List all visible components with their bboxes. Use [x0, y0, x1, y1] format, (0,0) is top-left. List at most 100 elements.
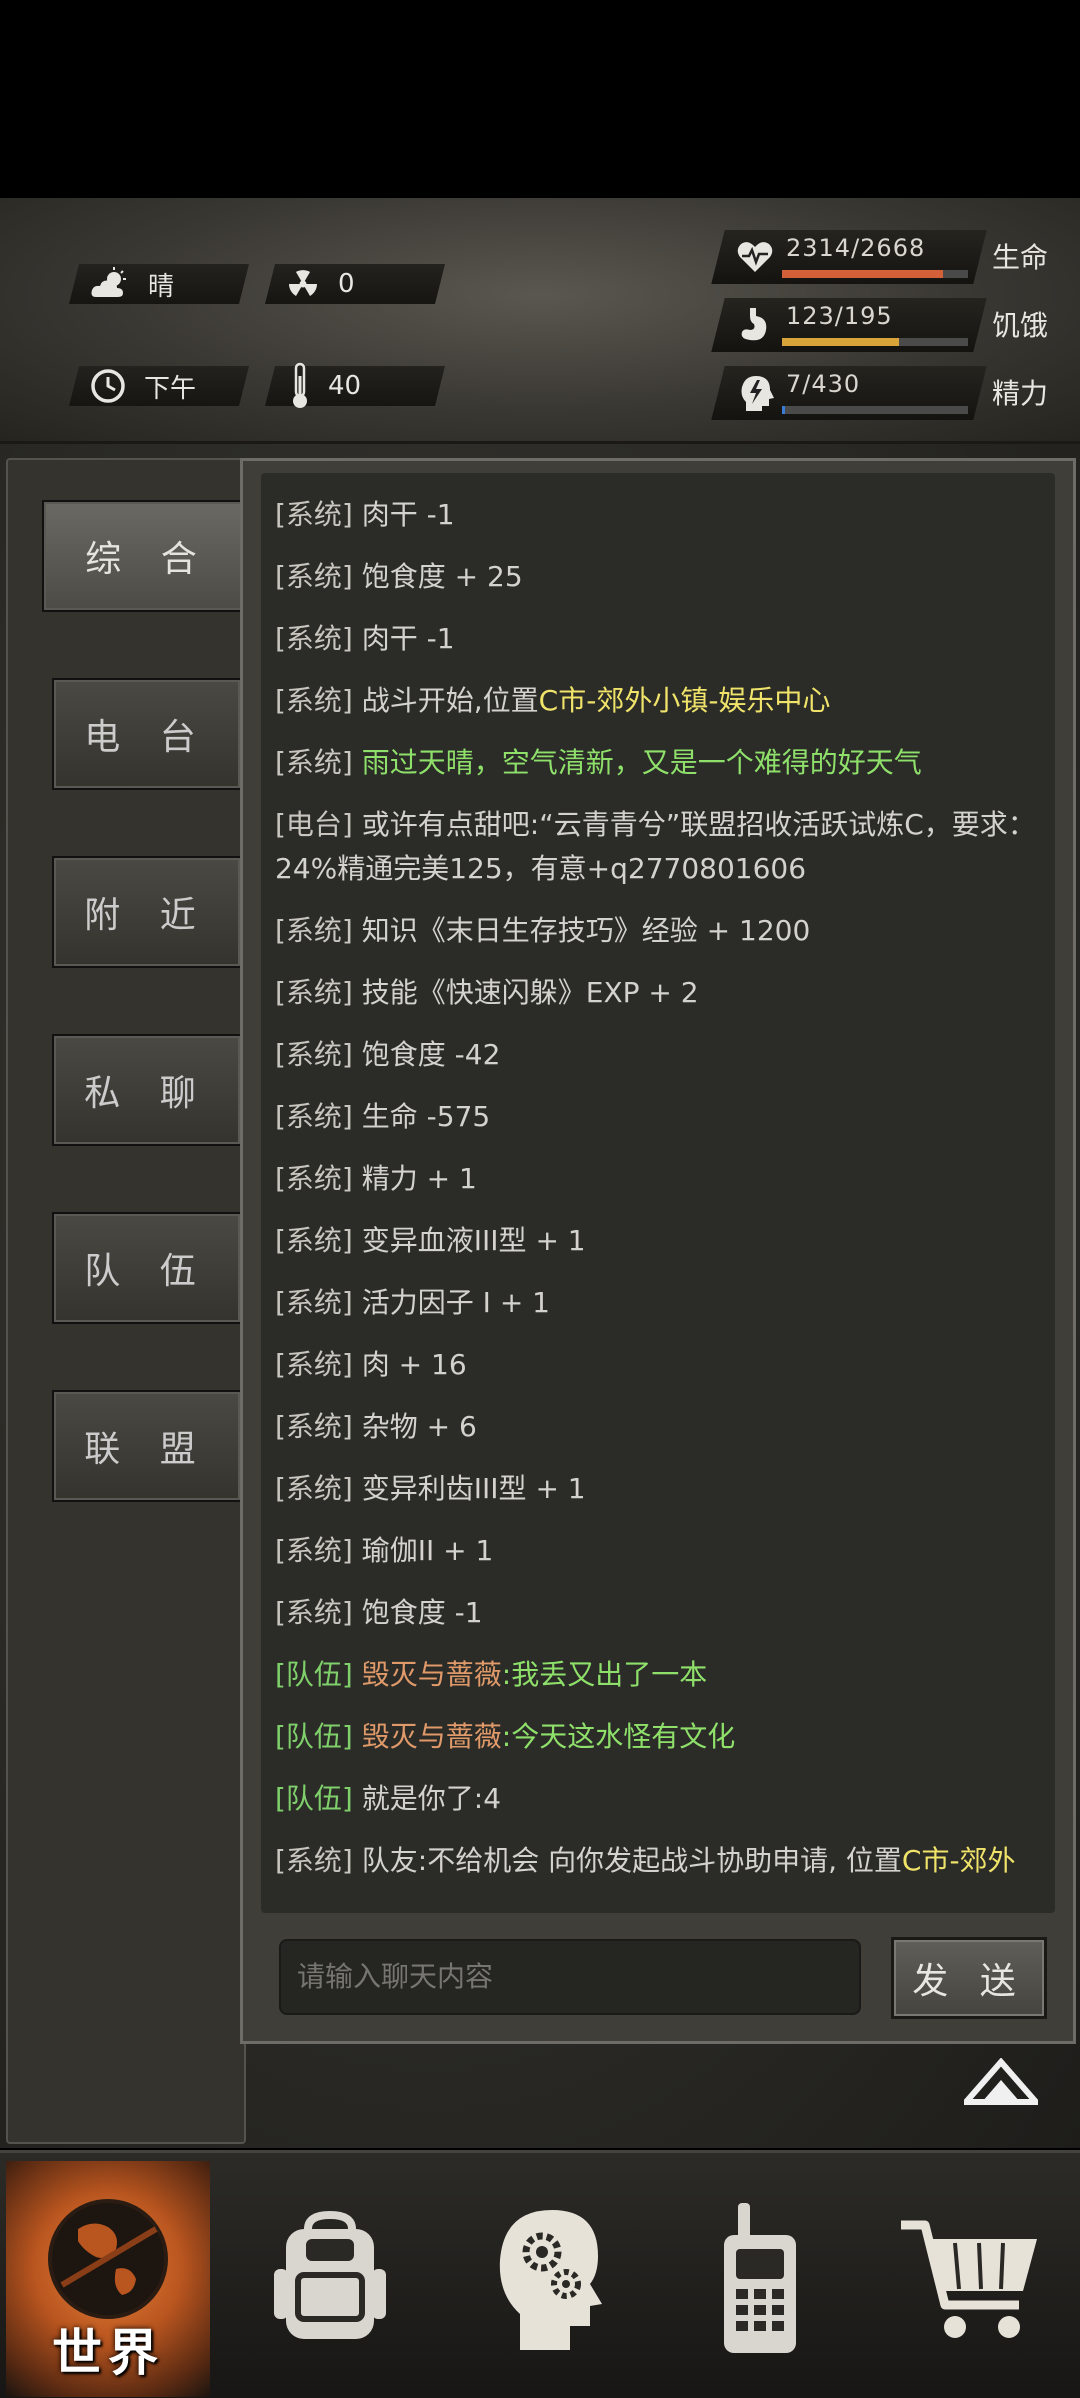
shopping-cart-icon — [901, 2220, 1037, 2338]
message-channel-tag: [队伍] — [275, 1658, 353, 1691]
walkie-talkie-icon — [724, 2203, 796, 2353]
nav-radio-button[interactable] — [660, 2161, 860, 2397]
chat-log[interactable]: [系统] 肉干 -1 [系统] 饱食度 + 25 [系统] 肉干 -1 [系统] 战斗… — [261, 473, 1055, 1913]
chat-message: [系统] 变异血液III型 + 1 — [261, 1219, 1055, 1281]
chat-message: [系统] 肉干 -1 — [261, 493, 1055, 555]
chat-message: [系统] 生命 -575 — [261, 1095, 1055, 1157]
temperature-chip: 40 — [290, 360, 361, 412]
chat-message: [系统] 饱食度 + 25 — [261, 555, 1055, 617]
chat-message: [队伍] 毁灭与蔷薇:今天这水怪有文化 — [261, 1715, 1055, 1777]
energy-label: 精力 — [992, 377, 1049, 410]
health-bar-fill — [782, 270, 944, 278]
nav-shop-button[interactable] — [870, 2161, 1070, 2397]
tab-alliance[interactable]: 联 盟 — [52, 1390, 242, 1502]
message-list: [系统] 肉干 -1 [系统] 饱食度 + 25 [系统] 肉干 -1 [系统] 战斗… — [261, 473, 1055, 1901]
message-text: 饱食度 -42 — [361, 1038, 501, 1071]
chat-message: [系统] 雨过天晴，空气清新，又是一个难得的好天气 — [261, 741, 1055, 803]
message-text: 饱食度 + 25 — [361, 560, 523, 593]
message-channel-tag: [系统] — [275, 1472, 353, 1505]
energy-value: 7/430 — [786, 370, 861, 398]
message-text: 肉干 -1 — [361, 622, 455, 655]
message-sender[interactable]: 毁灭与蔷薇 — [362, 1720, 502, 1753]
message-channel-tag: [系统] — [275, 746, 353, 779]
message-channel-tag: [系统] — [275, 1844, 353, 1877]
radiation-icon — [289, 270, 317, 296]
message-channel-tag: [系统] — [275, 1038, 353, 1071]
weather-label: 晴 — [148, 271, 175, 302]
message-channel-tag: [系统] — [275, 684, 353, 717]
chat-panel: [系统] 肉干 -1 [系统] 饱食度 + 25 [系统] 肉干 -1 [系统] 战斗… — [240, 458, 1076, 2044]
head-lightning-icon — [741, 376, 774, 411]
weather-chip: 晴 — [90, 264, 174, 304]
tab-nearby[interactable]: 附 近 — [52, 856, 242, 968]
message-text: 杂物 + 6 — [361, 1410, 477, 1443]
message-channel-tag: [系统] — [275, 1534, 353, 1567]
nav-backpack-button[interactable] — [230, 2161, 430, 2397]
vital-hunger: 123/195 饥饿 — [711, 298, 1058, 352]
chat-message: [系统] 知识《末日生存技巧》经验 + 1200 — [261, 909, 1055, 971]
stomach-icon — [741, 308, 767, 341]
message-text: 肉 + 16 — [361, 1348, 467, 1381]
message-text: 饱食度 -1 — [361, 1596, 483, 1629]
chat-message: [系统] 杂物 + 6 — [261, 1405, 1055, 1467]
chat-message: [系统] 活力因子 I + 1 — [261, 1281, 1055, 1343]
chat-message: [系统] 瑜伽II + 1 — [261, 1529, 1055, 1591]
chat-input[interactable]: 请输入聊天内容 — [279, 1939, 861, 2015]
message-text: C市-郊外小镇-娱乐中心 — [538, 684, 831, 717]
message-text: 就是你了:4 — [361, 1782, 502, 1815]
chat-message: [队伍] 毁灭与蔷薇:我丢又出了一本 — [261, 1653, 1055, 1715]
nav-world-label: 世界 — [52, 2324, 164, 2382]
chat-message: [系统] 肉干 -1 — [261, 617, 1055, 679]
channel-tab-panel: 综 合 电 台 附 近 私 聊 队 伍 联 盟 — [6, 458, 254, 2144]
message-text: 活力因子 I + 1 — [361, 1286, 551, 1319]
hunger-value: 123/195 — [786, 302, 893, 330]
chat-message: [系统] 变异利齿III型 + 1 — [261, 1467, 1055, 1529]
tab-private[interactable]: 私 聊 — [52, 1034, 242, 1146]
message-text: :我丢又出了一本 — [501, 1658, 708, 1691]
message-text: 变异利齿III型 + 1 — [361, 1472, 586, 1505]
energy-bar-fill — [782, 406, 785, 414]
message-text: 生命 -575 — [361, 1100, 491, 1133]
tab-general[interactable]: 综 合 — [42, 500, 254, 612]
chat-message: [系统] 队友:不给机会 向你发起战斗协助申请, 位置C市-郊外 — [261, 1839, 1055, 1901]
message-channel-tag: [系统] — [275, 1162, 353, 1195]
message-channel-tag: [系统] — [275, 1286, 353, 1319]
nav-world-button[interactable]: 世界 — [6, 2161, 210, 2397]
backpack-icon — [274, 2210, 386, 2339]
chat-message: [系统] 饱食度 -1 — [261, 1591, 1055, 1653]
message-text: 队友:不给机会 向你发起战斗协助申请, 位置 — [361, 1844, 902, 1877]
message-channel-tag: [系统] — [275, 1100, 353, 1133]
send-button[interactable]: 发 送 — [891, 1937, 1047, 2019]
collapse-up-icon[interactable] — [964, 2058, 1038, 2108]
globe-icon — [48, 2199, 168, 2319]
message-channel-tag: [系统] — [275, 1224, 353, 1257]
thermometer-icon — [293, 362, 307, 408]
message-sender[interactable]: 毁灭与蔷薇 — [362, 1658, 502, 1691]
radiation-value: 0 — [338, 269, 355, 299]
tab-radio[interactable]: 电 台 — [52, 678, 242, 790]
tab-team[interactable]: 队 伍 — [52, 1212, 242, 1324]
temperature-value: 40 — [328, 371, 362, 401]
brain-gears-icon — [499, 2210, 602, 2350]
message-channel-tag: [系统] — [275, 622, 353, 655]
chat-message: [系统] 肉 + 16 — [261, 1343, 1055, 1405]
message-channel-tag: [系统] — [275, 560, 353, 593]
chat-message: [队伍] 就是你了:4 — [261, 1777, 1055, 1839]
chat-message: [电台] 或许有点甜吧:“云青青兮”联盟招收活跃试炼C，要求：24%精通完美12… — [261, 803, 1055, 909]
hunger-bar-fill — [782, 338, 900, 346]
message-text: 知识《末日生存技巧》经验 + 1200 — [361, 914, 811, 947]
nav-skills-button[interactable] — [450, 2161, 650, 2397]
message-text: 或许有点甜吧:“云青青兮”联盟招收活跃试炼C，要求：24%精通完美125，有意+… — [275, 808, 1036, 885]
message-channel-tag: [系统] — [275, 1596, 353, 1629]
message-channel-tag: [系统] — [275, 1410, 353, 1443]
time-chip: 下午 — [90, 366, 196, 406]
message-text: 瑜伽II + 1 — [361, 1534, 494, 1567]
chat-message: [系统] 战斗开始,位置C市-郊外小镇-娱乐中心 — [261, 679, 1055, 741]
chat-message: [系统] 技能《快速闪躲》EXP + 2 — [261, 971, 1055, 1033]
message-channel-tag: [系统] — [275, 1348, 353, 1381]
vital-health: 2314/2668 生命 — [711, 230, 1058, 284]
message-text: 精力 + 1 — [361, 1162, 477, 1195]
message-channel-tag: [系统] — [275, 976, 353, 1009]
heart-pulse-icon — [737, 242, 773, 272]
message-text: 雨过天晴，空气清新，又是一个难得的好天气 — [361, 746, 922, 779]
